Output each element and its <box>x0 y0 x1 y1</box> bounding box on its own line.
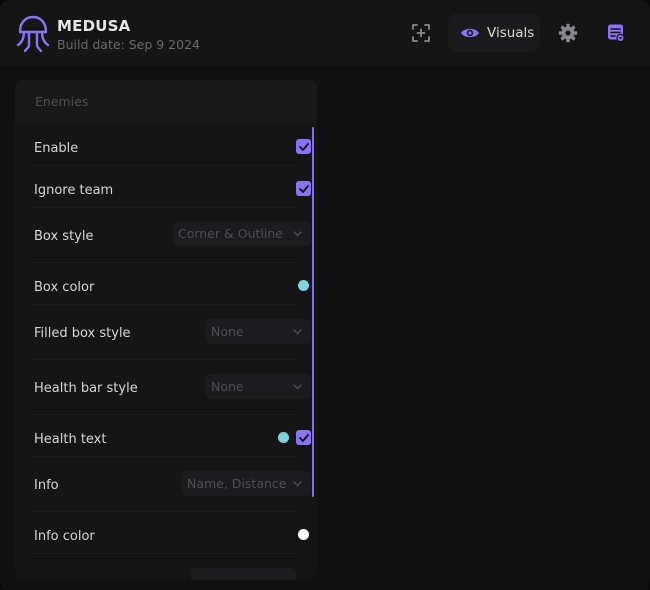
chevron-down-icon <box>293 384 302 390</box>
panel-header: Enemies <box>15 80 317 123</box>
setting-label: Box color <box>34 280 95 295</box>
select-value: Name, Distance <box>187 476 287 491</box>
top-bar: MEDUSA Build date: Sep 9 2024 Visuals <box>0 0 650 66</box>
settings-button[interactable] <box>555 20 581 46</box>
setting-row-health-text: Health text <box>30 414 311 457</box>
setting-row-health-bar-style: Health bar style None <box>30 359 311 415</box>
next-setting-select[interactable] <box>191 568 296 580</box>
info-select[interactable]: Name, Distance <box>182 471 311 496</box>
box-color-swatch[interactable] <box>298 280 309 291</box>
setting-row-info: Info Name, Distance <box>30 456 311 512</box>
config-icon <box>608 24 625 43</box>
chevron-down-icon <box>293 481 302 487</box>
gear-icon <box>558 23 578 43</box>
ignore-team-checkbox[interactable] <box>296 181 311 196</box>
info-color-swatch[interactable] <box>298 529 309 540</box>
medusa-logo <box>16 15 50 53</box>
setting-label: Health text <box>34 432 107 447</box>
filled-box-style-select[interactable]: None <box>206 319 311 344</box>
build-date: Build date: Sep 9 2024 <box>57 37 200 52</box>
select-value: Corner & Outline <box>178 226 283 241</box>
checkmark-icon <box>298 433 309 442</box>
health-text-color-swatch[interactable] <box>278 432 289 443</box>
enable-checkbox[interactable] <box>296 139 311 154</box>
setting-row-box-color: Box color <box>30 262 309 305</box>
setting-row-enable: Enable <box>30 123 311 166</box>
app-window: MEDUSA Build date: Sep 9 2024 Visuals En… <box>0 0 650 590</box>
setting-row-ignore-team: Ignore team <box>30 165 311 208</box>
setting-label: Health bar style <box>34 381 138 396</box>
checkmark-icon <box>298 142 309 151</box>
setting-row-info-color: Info color <box>30 511 309 554</box>
box-style-select[interactable]: Corner & Outline <box>173 221 311 246</box>
checkmark-icon <box>298 184 309 193</box>
chevron-down-icon <box>293 231 302 237</box>
app-title: MEDUSA <box>57 17 131 35</box>
capture-icon <box>412 24 430 42</box>
capture-button[interactable] <box>408 20 434 46</box>
select-value: None <box>211 324 244 339</box>
setting-label: Ignore team <box>34 183 114 198</box>
eye-icon <box>460 23 480 43</box>
setting-label: Enable <box>34 141 79 156</box>
health-text-checkbox[interactable] <box>296 430 311 445</box>
select-value: None <box>211 379 244 394</box>
setting-label: Info <box>34 478 59 493</box>
visuals-tab-label: Visuals <box>487 25 535 41</box>
setting-label: Info color <box>34 529 95 544</box>
enemies-panel: Enemies Enable Ignore team Box style Cor… <box>15 80 317 580</box>
setting-label: Filled box style <box>34 326 131 341</box>
setting-row-box-style: Box style Corner & Outline <box>30 207 311 263</box>
health-bar-style-select[interactable]: None <box>206 374 311 399</box>
panel-scrollbar[interactable] <box>312 127 314 497</box>
chevron-down-icon <box>293 329 302 335</box>
setting-label: Box style <box>34 229 94 244</box>
panel-title: Enemies <box>35 94 89 109</box>
setting-row-filled-box-style: Filled box style None <box>30 304 311 360</box>
visuals-tab[interactable]: Visuals <box>448 14 540 52</box>
config-button[interactable] <box>603 20 629 46</box>
